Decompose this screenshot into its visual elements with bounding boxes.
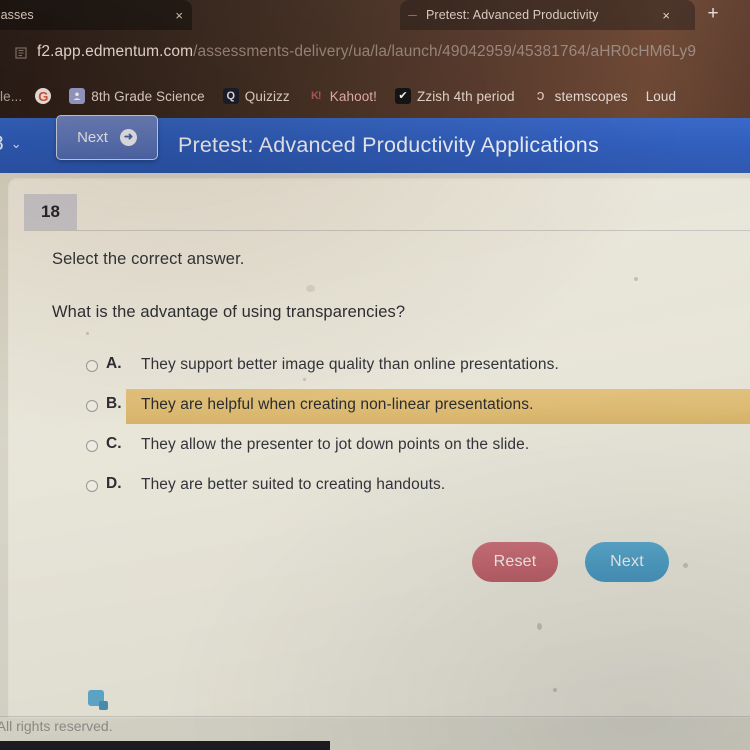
radio-button-b[interactable] [86, 400, 98, 412]
next-button[interactable]: Next [585, 542, 669, 582]
answer-option-a[interactable]: A. They support better image quality tha… [8, 350, 750, 390]
bookmark-item-le[interactable]: le... [0, 89, 26, 104]
option-text: They are better suited to creating hando… [141, 476, 446, 493]
dust-speck [553, 688, 557, 692]
answer-option-c[interactable]: C. They allow the presenter to jot down … [8, 430, 750, 470]
dust-speck [306, 285, 315, 292]
classroom-icon [69, 88, 86, 104]
bookmarks-bar: le... G 8th Grade Science Q Quizizz K! K… [0, 74, 750, 118]
radio-button-d[interactable] [86, 480, 98, 492]
dust-speck [683, 563, 688, 568]
bookmark-label: stemscopes [554, 88, 628, 104]
pretest-favicon-icon: ─ [408, 8, 417, 22]
dust-speck [303, 378, 306, 381]
browser-chrome: × Classes × ─ Pretest: Advanced Producti… [0, 0, 750, 118]
question-number-badge: 18 [24, 194, 77, 230]
bookmark-label: 8th Grade Science [91, 88, 205, 104]
question-prompt: Select the correct answer. [52, 250, 245, 268]
screen-bottom-edge [0, 741, 330, 750]
dust-speck [86, 332, 89, 335]
bookmark-item-kahoot[interactable]: K! Kahoot! [299, 88, 386, 104]
answer-options-list: A. They support better image quality tha… [8, 350, 750, 510]
site-info-icon[interactable] [14, 45, 28, 60]
tab-title: Classes [0, 8, 34, 22]
header-next-button[interactable]: Next ➜ [56, 115, 158, 160]
bookmark-item-8th-grade-science[interactable]: 8th Grade Science [60, 88, 214, 104]
option-text: They support better image quality than o… [141, 356, 559, 373]
question-text: What is the advantage of using transpare… [52, 303, 406, 321]
arrow-right-icon: ➜ [119, 129, 137, 146]
url-path: /assessments-delivery/ua/la/launch/49042… [193, 43, 697, 60]
answer-option-d[interactable]: D. They are better suited to creating ha… [8, 470, 750, 510]
option-letter: C. [106, 435, 122, 452]
question-navigator-dropdown[interactable]: 8 ⌄ [0, 122, 50, 166]
dust-speck [634, 277, 638, 281]
url-host: f2.app.edmentum.com [37, 43, 194, 60]
reset-button[interactable]: Reset [472, 542, 558, 582]
kahoot-icon: K! [310, 90, 322, 102]
divider [24, 230, 750, 231]
check-icon: ✔ [395, 88, 412, 104]
option-letter: B. [106, 395, 122, 412]
bookmark-label: Kahoot! [329, 88, 378, 104]
url-text: f2.app.edmentum.com/assessments-delivery… [37, 43, 696, 61]
new-tab-button[interactable]: + [700, 4, 726, 26]
answer-option-b[interactable]: B. They are helpful when creating non-li… [8, 389, 750, 430]
tab-strip: × Classes × ─ Pretest: Advanced Producti… [0, 0, 750, 30]
bookmark-label: Quizizz [244, 88, 290, 104]
bookmark-item-zzish[interactable]: ✔ Zzish 4th period [386, 88, 524, 104]
dust-speck [537, 623, 542, 630]
radio-button-a[interactable] [86, 360, 98, 372]
bookmark-item-stemscopes[interactable]: ↄ stemscopes [524, 88, 637, 104]
accessibility-widget-icon[interactable] [88, 690, 108, 710]
radio-button-c[interactable] [86, 440, 98, 452]
header-next-label: Next [77, 129, 108, 146]
option-text: They allow the presenter to jot down poi… [141, 436, 530, 453]
browser-tab-classes[interactable]: × Classes × [0, 0, 192, 30]
bookmark-label: le... [0, 88, 23, 104]
bookmark-item-loud[interactable]: Loud [637, 89, 685, 104]
address-bar[interactable]: f2.app.edmentum.com/assessments-delivery… [0, 30, 750, 74]
option-text: They are helpful when creating non-linea… [141, 396, 534, 413]
browser-tab-pretest[interactable]: ─ Pretest: Advanced Productivity × [400, 0, 695, 30]
question-navigator-number: 8 [0, 132, 4, 156]
quizizz-icon: Q [222, 88, 239, 104]
option-letter: A. [106, 355, 122, 372]
option-letter: D. [106, 475, 122, 492]
bookmark-item-google[interactable]: G [26, 88, 60, 104]
copyright-text: m. All rights reserved. [0, 718, 113, 734]
page-title: Pretest: Advanced Productivity Applicati… [178, 133, 599, 157]
footer-divider [0, 716, 750, 717]
chevron-down-icon: ⌄ [10, 136, 22, 151]
bookmark-label: Loud [645, 88, 677, 104]
question-card: 18 Select the correct answer. What is th… [0, 178, 750, 734]
tab-title: Pretest: Advanced Productivity [426, 8, 599, 22]
tab-close-icon[interactable]: × [659, 9, 673, 22]
bookmark-label: Zzish 4th period [417, 88, 515, 104]
tab-close-icon[interactable]: × [172, 9, 186, 22]
bookmark-item-quizizz[interactable]: Q Quizizz [214, 88, 299, 104]
stemscopes-icon: ↄ [536, 87, 545, 104]
google-icon: G [35, 88, 52, 104]
